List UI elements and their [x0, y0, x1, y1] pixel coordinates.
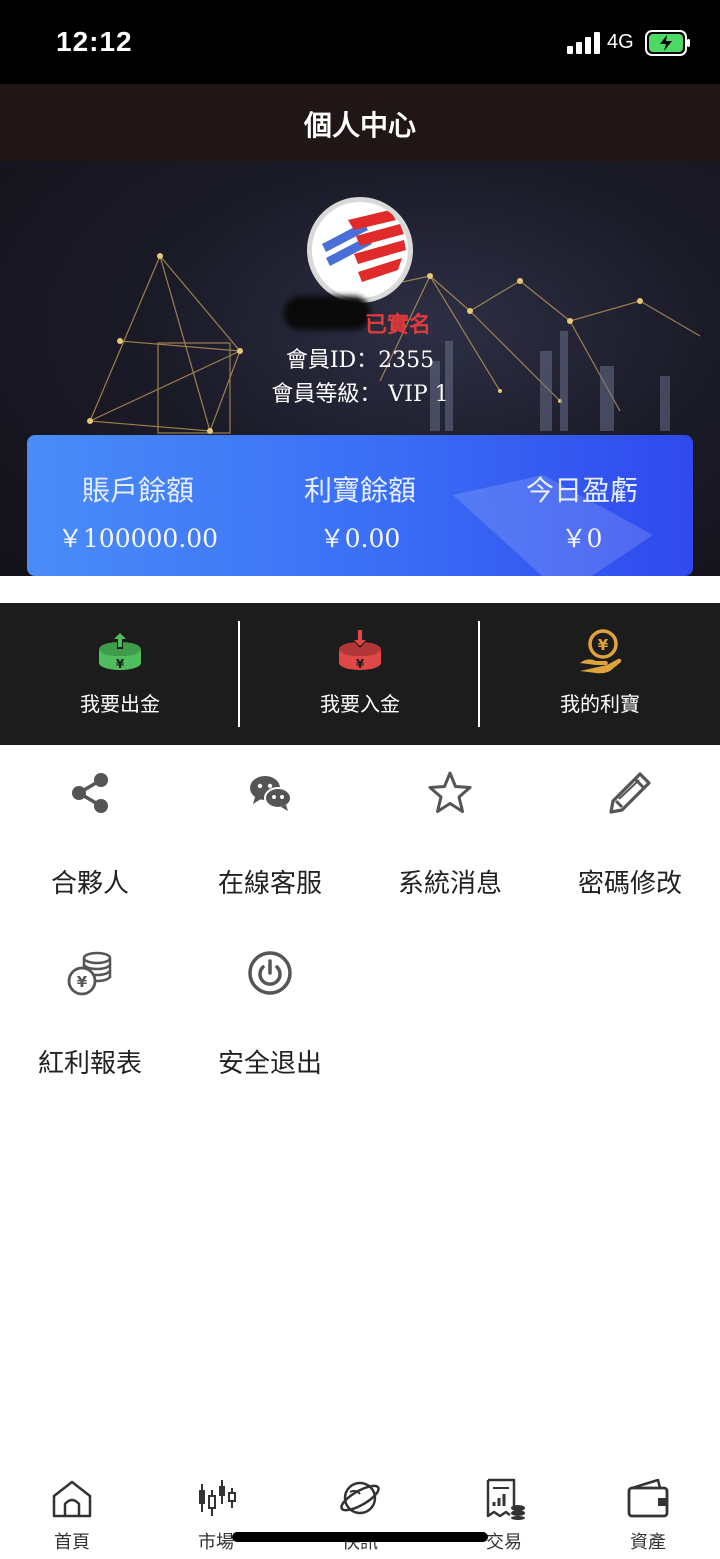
svg-text:¥: ¥ — [77, 973, 88, 991]
account-balance-value: ￥100000.00 — [57, 524, 219, 553]
pencil-icon — [609, 772, 651, 814]
status-bar: 12:12 4G — [0, 0, 720, 84]
menu-bonus-report-label: 紅利報表 — [37, 1049, 142, 1079]
candlestick-icon — [199, 1480, 236, 1516]
home-indicator — [232, 1532, 488, 1542]
tab-home-label: 首頁 — [54, 1532, 90, 1553]
menu-change-password[interactable]: 密碼修改 — [540, 745, 720, 915]
tab-assets-label: 資產 — [630, 1532, 666, 1553]
svg-text:¥: ¥ — [598, 636, 609, 654]
libao-balance: 利寶餘額 ￥0.00 — [249, 435, 471, 576]
account-balance: 賬戶餘額 ￥100000.00 — [27, 435, 249, 576]
withdraw-icon: ¥ — [99, 631, 141, 671]
network-type: 4G — [607, 31, 634, 53]
page-header: 個人中心 — [0, 84, 720, 161]
status-time: 12:12 — [56, 26, 133, 57]
my-libao-button[interactable]: ¥ 我的利寶 — [480, 603, 720, 745]
wallet-icon — [627, 1478, 669, 1518]
balance-card: 賬戶餘額 ￥100000.00 利寶餘額 ￥0.00 今日盈虧 ￥0 — [27, 435, 693, 576]
tab-assets[interactable]: 資產 — [576, 1468, 720, 1559]
deposit-icon: ¥ — [339, 629, 381, 671]
menu-system-messages[interactable]: 系統消息 — [360, 745, 540, 915]
today-pnl: 今日盈虧 ￥0 — [471, 435, 693, 576]
page-title: 個人中心 — [303, 109, 416, 142]
member-level: 會員等級： VIP 1 — [271, 382, 449, 407]
profile-banner: 已實名 會員ID：2355 會員等級： VIP 1 賬戶餘額 ￥100000.0… — [0, 161, 720, 576]
menu-logout[interactable]: 安全退出 — [180, 925, 360, 1095]
signal-icon — [567, 32, 600, 54]
trade-report-icon — [486, 1478, 525, 1520]
libao-balance-label: 利寶餘額 — [303, 474, 416, 507]
tab-trade[interactable]: 交易 — [432, 1468, 576, 1559]
tab-market[interactable]: 市場 — [144, 1468, 288, 1559]
share-icon — [72, 773, 108, 813]
member-id: 會員ID：2355 — [285, 348, 435, 373]
planet-icon — [340, 1481, 380, 1515]
battery-icon — [645, 30, 690, 56]
libao-balance-value: ￥0.00 — [319, 524, 401, 553]
menu-change-password-label: 密碼修改 — [577, 869, 682, 899]
svg-text:¥: ¥ — [356, 657, 365, 671]
account-balance-label: 賬戶餘額 — [81, 474, 194, 507]
power-icon — [248, 951, 292, 995]
avatar[interactable] — [307, 197, 413, 303]
wechat-icon — [250, 776, 292, 811]
withdraw-button[interactable]: ¥ 我要出金 — [0, 603, 240, 745]
home-icon — [52, 1480, 92, 1518]
svg-text:¥: ¥ — [116, 657, 125, 671]
bottom-tab-bar: 首頁 市場 快訊 交易 資產 — [0, 1468, 720, 1559]
menu-partner[interactable]: 合夥人 — [0, 745, 180, 915]
deposit-button[interactable]: ¥ 我要入金 — [240, 603, 480, 745]
quick-actions: ¥ 我要出金 ¥ 我要入金 ¥ 我的利寶 — [0, 603, 720, 745]
bank-logo-icon — [312, 202, 408, 298]
deposit-label: 我要入金 — [320, 692, 400, 716]
menu-online-support-label: 在線客服 — [217, 869, 322, 899]
my-libao-label: 我的利寶 — [560, 692, 640, 716]
yuan-hand-icon: ¥ — [580, 629, 622, 674]
withdraw-label: 我要出金 — [80, 692, 160, 716]
today-pnl-label: 今日盈虧 — [525, 474, 638, 507]
menu-partner-label: 合夥人 — [50, 869, 129, 899]
tab-home[interactable]: 首頁 — [0, 1468, 144, 1559]
verified-badge: 已實名 — [365, 313, 432, 338]
star-icon — [428, 771, 472, 813]
menu-online-support[interactable]: 在線客服 — [180, 745, 360, 915]
username-redacted — [284, 296, 370, 330]
menu-logout-label: 安全退出 — [217, 1049, 322, 1079]
menu-bonus-report[interactable]: ¥ 紅利報表 — [0, 925, 180, 1095]
tab-news[interactable]: 快訊 — [288, 1468, 432, 1559]
today-pnl-value: ￥0 — [561, 524, 603, 553]
menu-system-messages-label: 系統消息 — [397, 869, 502, 899]
coins-icon: ¥ — [67, 951, 112, 996]
